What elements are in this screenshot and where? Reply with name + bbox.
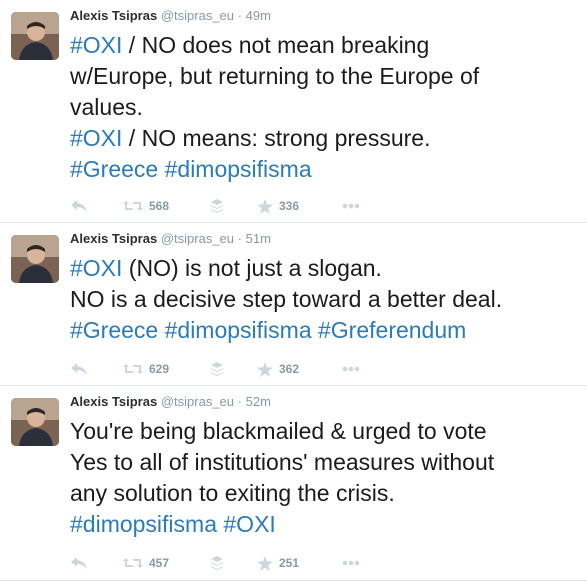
hashtag[interactable]: #dimopsifisma <box>165 317 312 343</box>
author-name[interactable]: Alexis Tsipras <box>70 394 157 409</box>
text-segment: values. <box>70 94 143 120</box>
hashtag[interactable]: #OXI <box>223 511 275 537</box>
timestamp[interactable]: 52m <box>246 394 271 409</box>
more-icon <box>342 203 360 209</box>
avatar[interactable] <box>11 235 59 283</box>
more-icon <box>342 560 360 566</box>
hashtag[interactable]: #OXI <box>70 125 122 151</box>
author-handle[interactable]: @tsipras_eu <box>161 8 234 23</box>
author-handle[interactable]: @tsipras_eu <box>161 394 234 409</box>
timestamp[interactable]: 51m <box>246 231 271 246</box>
tweet-header: Alexis Tsipras @tsipras_eu · 49m <box>70 8 271 23</box>
author-name[interactable]: Alexis Tsipras <box>70 8 157 23</box>
tweet-header: Alexis Tsipras @tsipras_eu · 51m <box>70 231 271 246</box>
text-segment: (NO) is not just a slogan. <box>122 255 382 281</box>
stack-icon <box>211 199 223 213</box>
reply-button[interactable] <box>70 553 88 573</box>
favorite-count: 336 <box>279 199 300 213</box>
text-segment: / NO does not mean breaking <box>122 32 430 58</box>
favorite-count: 362 <box>279 362 300 376</box>
tweet-header: Alexis Tsipras @tsipras_eu · 52m <box>70 394 271 409</box>
favorite-button[interactable]: 336 <box>257 196 299 216</box>
timestamp[interactable]: 49m <box>246 8 271 23</box>
reply-icon <box>71 363 87 375</box>
text-segment: Yes to all of institutions' measures wit… <box>70 449 495 475</box>
tweet-line: Yes to all of institutions' measures wit… <box>70 447 580 478</box>
tweet[interactable]: Alexis Tsipras @tsipras_eu · 49m #OXI / … <box>0 0 587 223</box>
text-segment: NO is a decisive step toward a better de… <box>70 286 503 312</box>
avatar[interactable] <box>11 12 59 60</box>
separator: · <box>237 394 242 409</box>
separator: · <box>237 8 242 23</box>
text-segment: You're being blackmailed & urged to vote <box>70 418 487 444</box>
retweet-button[interactable]: 629 <box>123 359 169 379</box>
tweet-line: #OXI / NO does not mean breaking <box>70 30 580 61</box>
author-handle[interactable]: @tsipras_eu <box>161 231 234 246</box>
hashtag[interactable]: #Greece <box>70 156 158 182</box>
stack-icon <box>211 556 223 570</box>
retweet-icon <box>123 201 143 211</box>
more-button[interactable] <box>342 359 360 379</box>
stack-icon <box>211 362 223 376</box>
reply-icon <box>71 557 87 569</box>
hashtag[interactable]: #OXI <box>70 32 122 58</box>
more-icon <box>342 366 360 372</box>
retweet-count: 568 <box>149 199 170 213</box>
avatar[interactable] <box>11 398 59 446</box>
retweet-button[interactable]: 568 <box>123 196 169 216</box>
tweet[interactable]: Alexis Tsipras @tsipras_eu · 52m You're … <box>0 386 587 581</box>
retweet-icon <box>123 558 143 568</box>
tweet-line: You're being blackmailed & urged to vote <box>70 416 580 447</box>
buffer-button[interactable] <box>210 196 224 216</box>
star-icon <box>257 361 273 377</box>
tweet-line: #Greece #dimopsifisma <box>70 154 580 185</box>
reply-button[interactable] <box>70 196 88 216</box>
retweet-count: 629 <box>149 362 170 376</box>
text-segment: / NO means: strong pressure. <box>122 125 431 151</box>
buffer-button[interactable] <box>210 553 224 573</box>
more-button[interactable] <box>342 196 360 216</box>
separator: · <box>237 231 242 246</box>
favorite-button[interactable]: 362 <box>257 359 299 379</box>
tweet-text: #OXI (NO) is not just a slogan. NO is a … <box>70 253 580 346</box>
hashtag[interactable]: #OXI <box>70 255 122 281</box>
hashtag[interactable]: #dimopsifisma <box>70 511 217 537</box>
tweet-line: any solution to exiting the crisis. <box>70 478 580 509</box>
favorite-button[interactable]: 251 <box>257 553 299 573</box>
more-button[interactable] <box>342 553 360 573</box>
tweet-line: values. <box>70 92 580 123</box>
star-icon <box>257 198 273 214</box>
retweet-button[interactable]: 457 <box>123 553 169 573</box>
tweet-line: #OXI (NO) is not just a slogan. <box>70 253 580 284</box>
hashtag[interactable]: #dimopsifisma <box>165 156 312 182</box>
hashtag[interactable]: #Greferendum <box>318 317 466 343</box>
tweet-line: #dimopsifisma #OXI <box>70 509 580 540</box>
reply-button[interactable] <box>70 359 88 379</box>
tweet-line: #Greece #dimopsifisma #Greferendum <box>70 315 580 346</box>
hashtag[interactable]: #Greece <box>70 317 158 343</box>
tweet-line: w/Europe, but returning to the Europe of <box>70 61 580 92</box>
tweet-line: #OXI / NO means: strong pressure. <box>70 123 580 154</box>
tweet[interactable]: Alexis Tsipras @tsipras_eu · 51m #OXI (N… <box>0 223 587 386</box>
favorite-count: 251 <box>279 556 300 570</box>
reply-icon <box>71 200 87 212</box>
text-segment: any solution to exiting the crisis. <box>70 480 395 506</box>
buffer-button[interactable] <box>210 359 224 379</box>
retweet-icon <box>123 364 143 374</box>
retweet-count: 457 <box>149 556 170 570</box>
author-name[interactable]: Alexis Tsipras <box>70 231 157 246</box>
text-segment: w/Europe, but returning to the Europe of <box>70 63 480 89</box>
tweet-text: You're being blackmailed & urged to vote… <box>70 416 580 540</box>
tweet-text: #OXI / NO does not mean breaking w/Europ… <box>70 30 580 185</box>
star-icon <box>257 555 273 571</box>
tweet-line: NO is a decisive step toward a better de… <box>70 284 580 315</box>
